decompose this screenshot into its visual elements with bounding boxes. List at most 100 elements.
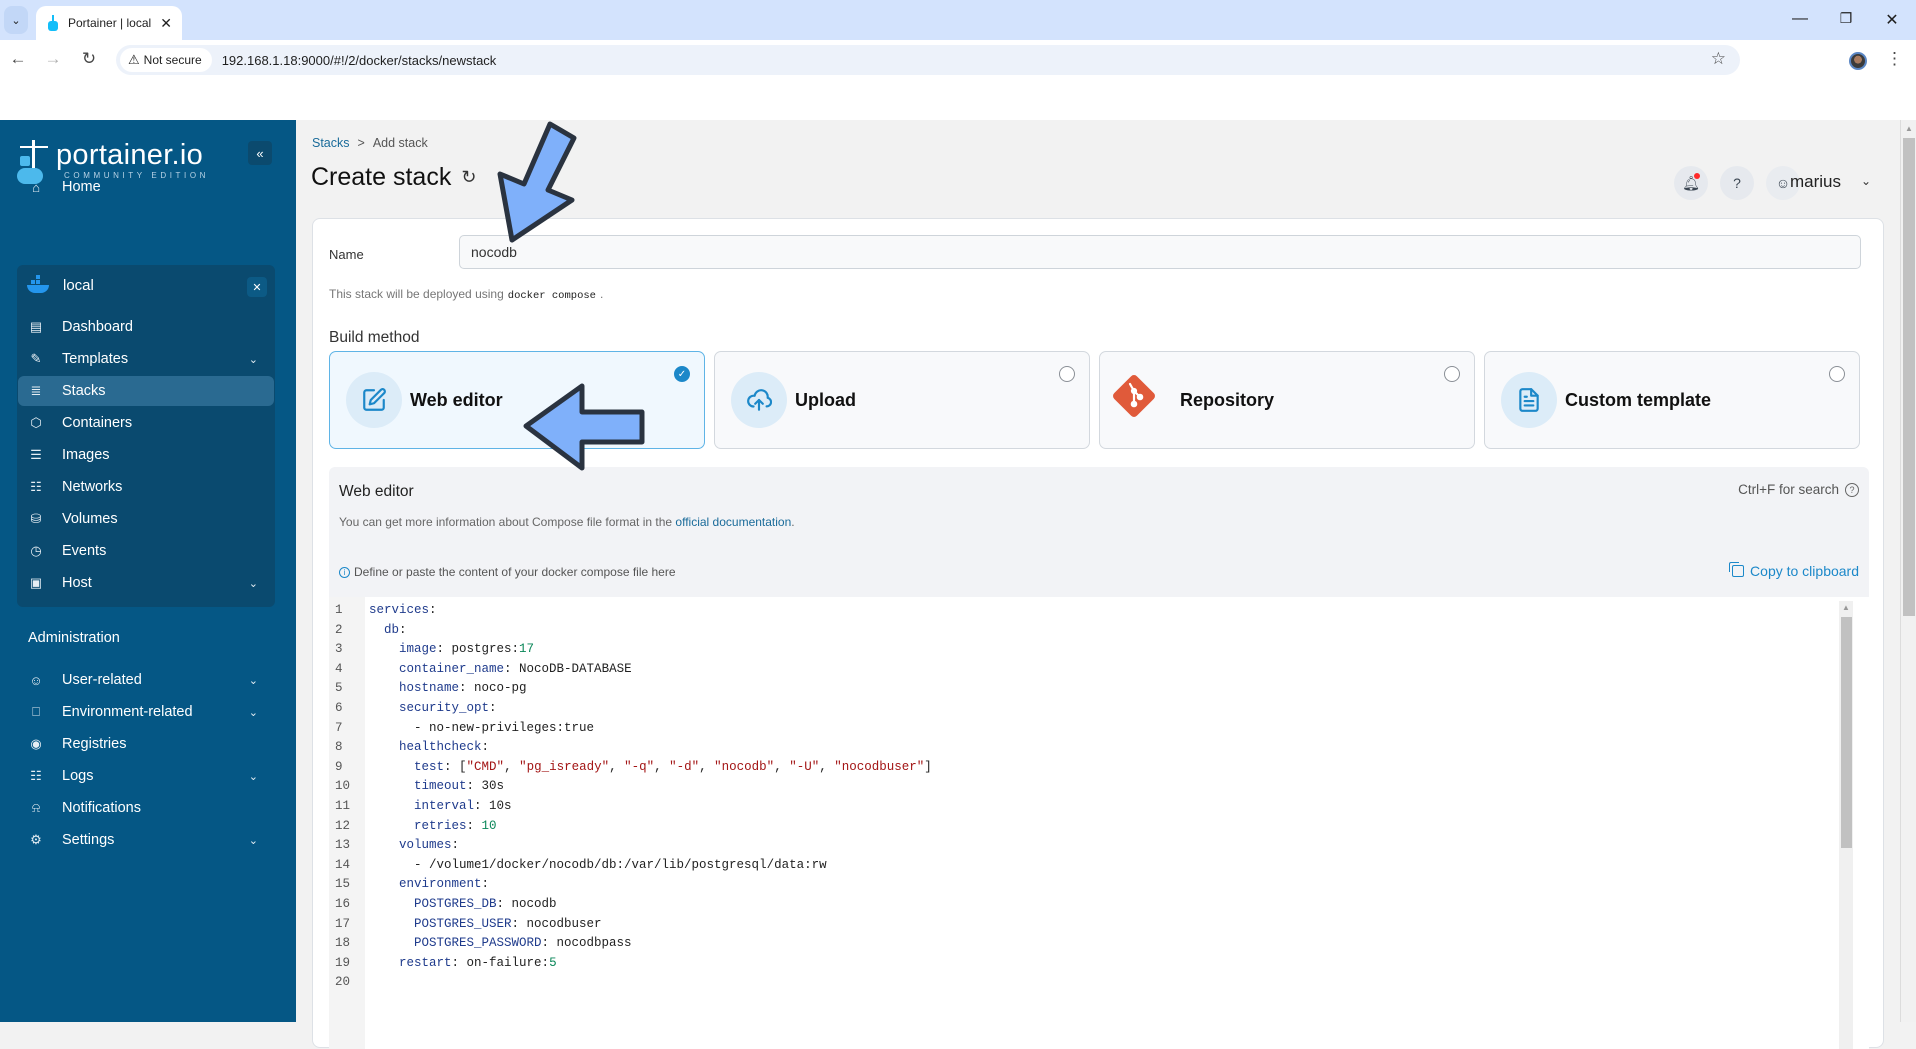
sidebar-item-logs[interactable]: ☷ Logs ⌄	[18, 761, 274, 791]
close-environment-button[interactable]: ✕	[247, 277, 267, 297]
minimize-icon[interactable]: —	[1790, 10, 1810, 28]
sidebar-item-home[interactable]: ⌂ Home	[18, 172, 274, 202]
scroll-up-icon[interactable]: ▲	[1842, 603, 1850, 612]
sidebar-item-templates[interactable]: ✎ Templates ⌄	[18, 344, 274, 374]
deploy-note-suffix: .	[599, 287, 604, 301]
code-line[interactable]: 15 environment:	[329, 875, 1829, 895]
method-radio-checked[interactable]: ✓	[674, 366, 690, 382]
page-top-gap	[0, 80, 1916, 120]
page-scroll-thumb[interactable]	[1903, 138, 1915, 616]
method-radio[interactable]	[1829, 366, 1845, 382]
omnibox[interactable]: ⚠ Not secure 192.168.1.18:9000/#!/2/dock…	[116, 45, 1740, 75]
profile-avatar[interactable]	[1849, 52, 1867, 70]
code-line[interactable]: 12 retries: 10	[329, 817, 1829, 837]
bookmark-star-icon[interactable]: ☆	[1711, 49, 1726, 69]
user-name[interactable]: marius	[1790, 172, 1841, 192]
sidebar-item-registries[interactable]: ◉ Registries	[18, 729, 274, 759]
sidebar-item-images[interactable]: ☰ Images	[18, 440, 274, 470]
layers-icon: ≣	[30, 383, 42, 398]
build-method-upload[interactable]: Upload	[714, 351, 1090, 449]
reload-icon[interactable]: ↻	[78, 49, 100, 69]
code-line[interactable]: 13 volumes:	[329, 836, 1829, 856]
code-line[interactable]: 20	[329, 973, 1829, 993]
method-radio[interactable]	[1059, 366, 1075, 382]
sidebar-item-label: Events	[62, 543, 107, 559]
sidebar-item-containers[interactable]: ⬡ Containers	[18, 408, 274, 438]
sidebar-item-label: Notifications	[62, 800, 141, 816]
code-text: environment:	[399, 877, 490, 892]
tab-list-button[interactable]: ⌄	[4, 6, 28, 34]
breadcrumb: Stacks > Add stack	[312, 136, 428, 150]
sidebar-item-notifications[interactable]: ⍾ Notifications	[18, 793, 274, 823]
code-line[interactable]: 10 timeout: 30s	[329, 777, 1829, 797]
code-text: test: ["CMD", "pg_isready", "-q", "-d", …	[414, 759, 932, 774]
code-line[interactable]: 18 POSTGRES_PASSWORD: nocodbpass	[329, 934, 1829, 954]
code-line[interactable]: 17 POSTGRES_USER: nocodbuser	[329, 915, 1829, 935]
sidebar-item-stacks[interactable]: ≣ Stacks	[18, 376, 274, 406]
build-method-custom-template[interactable]: Custom template	[1484, 351, 1860, 449]
list-icon: ☰	[30, 447, 42, 462]
copy-to-clipboard-button[interactable]: Copy to clipboard	[1729, 562, 1859, 579]
url-text[interactable]: 192.168.1.18:9000/#!/2/docker/stacks/new…	[222, 53, 497, 68]
help-button[interactable]: ?	[1720, 166, 1754, 200]
browser-tab[interactable]: Portainer | local ✕	[36, 6, 182, 40]
close-tab-icon[interactable]: ✕	[160, 15, 172, 32]
stack-name-input[interactable]	[459, 235, 1861, 269]
code-line[interactable]: 4 container_name: NocoDB-DATABASE	[329, 660, 1829, 680]
refresh-icon[interactable]: ↻	[461, 167, 476, 188]
sidebar-item-label: Images	[62, 447, 110, 463]
code-text: restart: on-failure:5	[399, 955, 557, 970]
sidebar-item-events[interactable]: ◷ Events	[18, 536, 274, 566]
page-scrollbar[interactable]: ▲	[1900, 120, 1916, 1022]
code-line[interactable]: 1 services:	[329, 601, 1829, 621]
chevron-down-icon: ⌄	[248, 706, 258, 719]
sidebar-item-user-related[interactable]: ☺ User-related ⌄	[18, 665, 274, 695]
official-documentation-link[interactable]: official documentation	[675, 515, 791, 529]
code-editor[interactable]: 1 services: 2 db: 3 image: postgres:17 4 con…	[329, 597, 1869, 1049]
code-scroll-thumb[interactable]	[1841, 617, 1852, 848]
code-editor-scrollbar[interactable]: ▲	[1839, 601, 1853, 1049]
code-line[interactable]: 8 healthcheck:	[329, 738, 1829, 758]
help-icon[interactable]: ?	[1845, 482, 1859, 497]
sidebar-item-dashboard[interactable]: ▤ Dashboard	[18, 312, 274, 342]
sidebar-item-settings[interactable]: ⚙ Settings ⌄	[18, 825, 274, 855]
code-text: healthcheck:	[399, 740, 490, 755]
build-method-repository[interactable]: Repository	[1099, 351, 1475, 449]
method-radio[interactable]	[1444, 366, 1460, 382]
code-line[interactable]: 6 security_opt:	[329, 699, 1829, 719]
not-secure-chip[interactable]: ⚠ Not secure	[120, 48, 212, 72]
sidebar-item-volumes[interactable]: ⛁ Volumes	[18, 504, 274, 534]
code-line[interactable]: 7 - no-new-privileges:true	[329, 719, 1829, 739]
sidebar-item-label: Volumes	[62, 511, 118, 527]
collapse-sidebar-button[interactable]: «	[248, 141, 272, 165]
sidebar-item-host[interactable]: ▣ Host ⌄	[18, 568, 274, 598]
notifications-button[interactable]: 🔔︎	[1674, 166, 1708, 200]
box-icon: ⬡	[30, 415, 42, 430]
method-label: Repository	[1180, 390, 1275, 410]
code-line[interactable]: 16 POSTGRES_DB: nocodb	[329, 895, 1829, 915]
code-text: container_name: NocoDB-DATABASE	[399, 661, 632, 676]
code-line[interactable]: 19 restart: on-failure:5	[329, 954, 1829, 974]
scroll-up-icon[interactable]: ▲	[1905, 124, 1913, 133]
environment-header[interactable]: local	[27, 274, 94, 294]
line-number: 4	[335, 661, 343, 676]
code-text: interval: 10s	[414, 799, 512, 813]
code-line[interactable]: 11 interval: 10s	[329, 797, 1829, 817]
help-icon: ?	[1733, 175, 1741, 191]
browser-menu-icon[interactable]: ⋮	[1886, 49, 1903, 69]
user-menu-chevron-icon[interactable]: ⌄	[1861, 174, 1871, 188]
back-icon[interactable]: ←	[7, 49, 29, 69]
code-line[interactable]: 3 image: postgres:17	[329, 640, 1829, 660]
build-method-web-editor[interactable]: Web editor ✓	[329, 351, 705, 449]
code-line[interactable]: 5 hostname: noco-pg	[329, 679, 1829, 699]
forward-icon[interactable]: →	[42, 49, 64, 69]
sidebar-item-networks[interactable]: ☷ Networks	[18, 472, 274, 502]
restore-icon[interactable]: ❐	[1836, 10, 1856, 27]
code-line[interactable]: 14 - /volume1/docker/nocodb/db:/var/lib/…	[329, 856, 1829, 876]
sidebar-item-environment-related[interactable]: ⎕ Environment-related ⌄	[18, 697, 274, 727]
code-line[interactable]: 9 test: ["CMD", "pg_isready", "-q", "-d"…	[329, 758, 1829, 778]
code-line[interactable]: 2 db:	[329, 621, 1829, 641]
close-window-icon[interactable]: ✕	[1882, 10, 1902, 30]
breadcrumb-stacks-link[interactable]: Stacks	[312, 136, 350, 150]
line-number: 1	[335, 603, 343, 617]
